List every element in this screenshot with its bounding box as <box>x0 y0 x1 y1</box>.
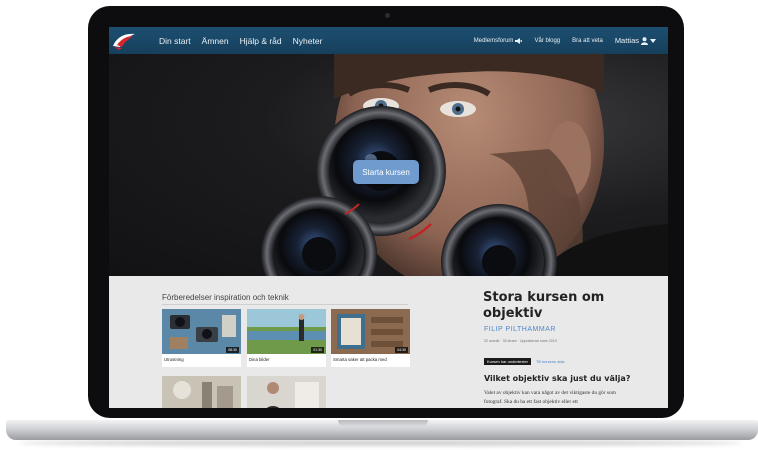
user-icon <box>641 36 648 45</box>
subtitles-badge: Kursen har undertexter <box>484 358 531 365</box>
course-description: Valet av objektiv kan vara något av det … <box>484 390 616 405</box>
webcam <box>385 13 390 18</box>
site-logo[interactable] <box>109 27 139 54</box>
user-name: Mattias <box>614 36 639 45</box>
video-card-utrustning[interactable]: 08:30 Utrustning <box>162 309 241 367</box>
course-page-link[interactable]: Till kursens sida <box>536 359 565 364</box>
nav-bra-att-veta[interactable]: Bra att veta <box>572 38 603 44</box>
course-content: Förberedelser inspiration och teknik 08:… <box>109 276 668 408</box>
video-duration: 01:30 <box>311 347 324 353</box>
street-image <box>162 376 241 408</box>
nav-medlemsforum[interactable]: Medlemsforum <box>473 37 523 44</box>
screen: Din start Ämnen Hjälp & råd Nyheter Medl… <box>109 27 668 408</box>
course-meta: 32 avsnitt · 35 lärare · Uppdaterad mars… <box>484 339 557 343</box>
start-course-button[interactable]: Starta kursen <box>353 160 419 184</box>
chevron-down-icon <box>650 38 656 43</box>
hero-banner: Starta kursen <box>109 54 668 276</box>
nav-hjalp-rad[interactable]: Hjälp & råd <box>240 36 282 46</box>
video-duration: 08:30 <box>226 347 239 353</box>
section-title: Förberedelser inspiration och teknik <box>162 293 289 302</box>
laptop-shadow <box>20 440 742 446</box>
video-card-4[interactable] <box>162 376 241 408</box>
nav-secondary: Medlemsforum Vår blogg Bra att veta Matt… <box>462 36 668 45</box>
course-info: Stora kursen om objektiv FILIP PILTHAMMA… <box>483 276 668 408</box>
nav-var-blogg[interactable]: Vår blogg <box>534 38 560 44</box>
course-author[interactable]: FILIP PILTHAMMAR <box>484 326 556 333</box>
logo-icon <box>113 33 135 50</box>
nav-amnen[interactable]: Ämnen <box>202 36 229 46</box>
video-card-dina-bilder[interactable]: 01:30 Dina bilder <box>247 309 326 367</box>
video-caption: Smarta saker att packa med <box>333 357 387 362</box>
nav-medlemsforum-label: Medlemsforum <box>473 37 514 44</box>
nav-nyheter[interactable]: Nyheter <box>293 36 323 46</box>
video-caption: Utrustning <box>164 357 184 362</box>
laptop-opening-notch <box>338 420 428 427</box>
course-question-heading: Vilket objektiv ska just du välja? <box>484 374 631 383</box>
video-duration: 04:30 <box>395 347 408 353</box>
portrait-image <box>247 376 326 408</box>
megaphone-icon <box>515 37 523 44</box>
video-caption: Dina bilder <box>249 357 270 362</box>
course-title: Stora kursen om objektiv <box>483 290 605 321</box>
laptop-mockup: Din start Ämnen Hjälp & råd Nyheter Medl… <box>0 0 758 450</box>
video-card-5[interactable] <box>247 376 326 408</box>
section-divider <box>162 304 408 305</box>
video-thumbnail <box>162 376 241 408</box>
user-menu[interactable]: Mattias <box>615 36 656 45</box>
top-navigation: Din start Ämnen Hjälp & råd Nyheter Medl… <box>109 27 668 54</box>
video-thumbnail <box>247 376 326 408</box>
nav-din-start[interactable]: Din start <box>159 36 191 46</box>
video-card-smarta-saker[interactable]: 04:30 Smarta saker att packa med <box>331 309 410 367</box>
